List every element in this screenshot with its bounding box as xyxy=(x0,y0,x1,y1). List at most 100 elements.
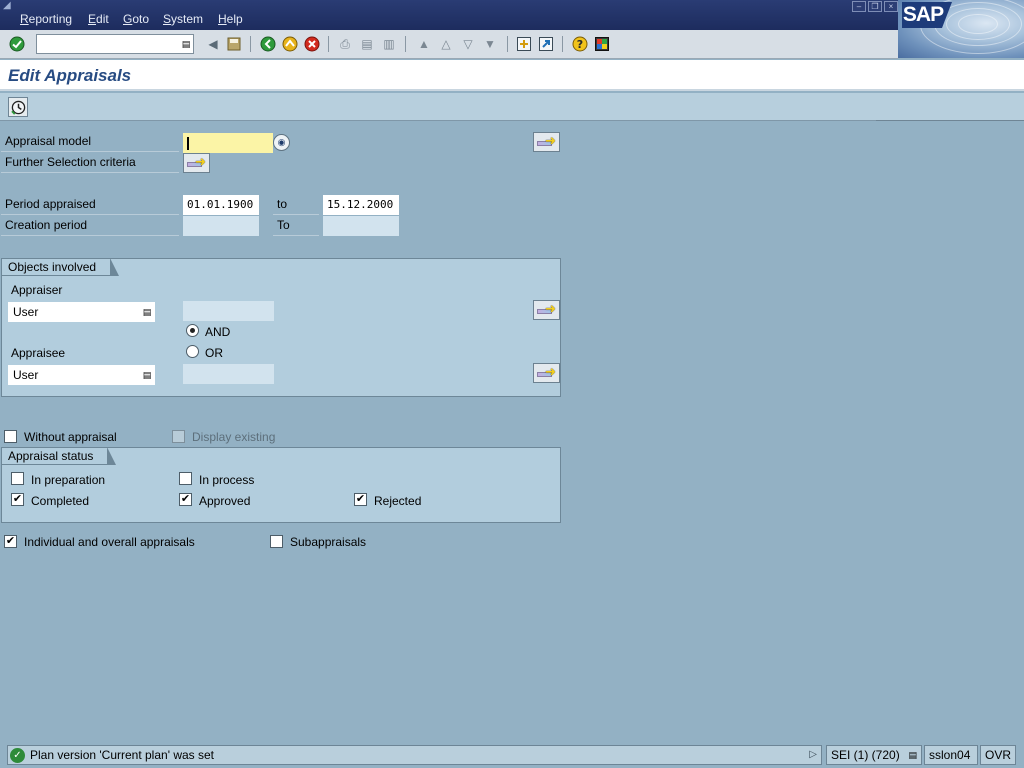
in-preparation-checkbox[interactable] xyxy=(11,472,24,485)
appraisee-type-select[interactable]: User ▤ xyxy=(8,365,155,385)
exit-icon[interactable] xyxy=(281,35,299,53)
check-icon[interactable] xyxy=(8,35,26,53)
session-info[interactable]: SEI (1) (720) ▤ xyxy=(826,745,922,765)
appraiser-multiple-selection-button[interactable]: ➜ xyxy=(533,300,560,320)
in-preparation-label: In preparation xyxy=(31,473,106,487)
minimize-icon[interactable]: – xyxy=(852,1,866,12)
creation-to-input[interactable] xyxy=(323,216,399,236)
further-selection-label: Further Selection criteria xyxy=(1,154,179,173)
approved-checkbox[interactable]: ✔ xyxy=(179,493,192,506)
approved-label: Approved xyxy=(199,494,251,508)
server-info: sslon04 xyxy=(924,745,978,765)
dropdown-icon: ▤ xyxy=(142,307,152,317)
close-icon[interactable]: × xyxy=(884,1,898,12)
appraiser-label: Appraiser xyxy=(11,283,63,297)
menu-edit[interactable]: Edit xyxy=(88,12,109,27)
subappraisals-checkbox[interactable] xyxy=(270,535,283,548)
rejected-label: Rejected xyxy=(374,494,422,508)
appraisee-multiple-selection-button[interactable]: ➜ xyxy=(533,363,560,383)
input-mode[interactable]: OVR xyxy=(980,745,1016,765)
appraiser-type-select[interactable]: User ▤ xyxy=(8,302,155,322)
period-from-input[interactable]: 01.01.1900 xyxy=(183,195,259,215)
status-message: Plan version 'Current plan' was set xyxy=(30,748,215,762)
appraisal-model-multiple-selection-button[interactable]: ➜ xyxy=(533,132,560,152)
status-message-box[interactable]: ✓ Plan version 'Current plan' was set ▷ xyxy=(7,745,822,765)
appraisal-status-title: Appraisal status xyxy=(1,447,117,465)
page-title: Edit Appraisals xyxy=(8,66,132,85)
back-icon[interactable] xyxy=(259,35,277,53)
first-page-icon[interactable]: ▲ xyxy=(415,35,433,53)
menu-reporting[interactable]: Reporting xyxy=(20,12,72,27)
possible-entries-icon[interactable]: ◉ xyxy=(273,134,290,151)
period-appraised-label: Period appraised xyxy=(1,196,179,215)
arrow-right-icon: ➜ xyxy=(195,154,206,169)
appraisal-model-input[interactable] xyxy=(183,133,273,153)
execute-icon xyxy=(10,100,25,115)
without-appraisal-checkbox[interactable] xyxy=(4,430,17,443)
rejected-checkbox[interactable]: ✔ xyxy=(354,493,367,506)
sap-logo: SAP xyxy=(898,0,1024,58)
standard-toolbar: ▤ ◀ ⎙ ▤ ▥ ▲ △ ▽ ▼ ? xyxy=(0,30,898,59)
print-icon[interactable]: ⎙ xyxy=(336,35,354,53)
success-icon: ✓ xyxy=(10,748,25,763)
objects-involved-group: Objects involved Appraiser User ▤ ➜ AND O… xyxy=(1,258,561,397)
objects-involved-title: Objects involved xyxy=(1,258,120,276)
creation-from-input[interactable] xyxy=(183,216,259,236)
help-icon[interactable]: ? xyxy=(571,35,589,53)
text-caret xyxy=(187,137,189,150)
command-field[interactable]: ▤ xyxy=(36,34,194,54)
subappraisals-label: Subappraisals xyxy=(290,535,367,549)
individual-overall-checkbox[interactable]: ✔ xyxy=(4,535,17,548)
history-back-icon[interactable]: ◀ xyxy=(204,35,222,53)
new-session-icon[interactable] xyxy=(515,35,533,53)
command-input[interactable] xyxy=(37,35,175,53)
further-selection-button[interactable]: ➜ xyxy=(183,153,210,173)
customize-icon[interactable] xyxy=(593,35,611,53)
dropdown-icon: ▤ xyxy=(142,370,152,380)
session-dropdown-icon[interactable]: ▤ xyxy=(908,746,917,764)
restore-icon[interactable]: ❐ xyxy=(868,1,882,12)
arrow-right-icon: ➜ xyxy=(545,301,556,316)
save-icon[interactable] xyxy=(225,35,243,53)
application-toolbar xyxy=(0,93,1024,121)
appraisal-model-label: Appraisal model xyxy=(1,133,179,152)
prev-page-icon[interactable]: △ xyxy=(437,35,455,53)
toolbar-divider xyxy=(876,120,1024,121)
arrow-right-icon: ➜ xyxy=(545,364,556,379)
in-process-checkbox[interactable] xyxy=(179,472,192,485)
or-radio[interactable] xyxy=(186,345,199,358)
cancel-icon[interactable] xyxy=(303,35,321,53)
or-label: OR xyxy=(205,346,223,360)
execute-button[interactable] xyxy=(8,97,28,117)
menu-bar: ◢ Reporting Edit Goto System Help – ❐ × xyxy=(0,0,1024,30)
expand-status-icon[interactable]: ▷ xyxy=(809,746,817,764)
menu-system[interactable]: System xyxy=(163,12,203,27)
completed-checkbox[interactable]: ✔ xyxy=(11,493,24,506)
display-existing-checkbox xyxy=(172,430,185,443)
shortcut-icon[interactable] xyxy=(537,35,555,53)
in-process-label: In process xyxy=(199,473,255,487)
period-to-label: to xyxy=(273,196,319,215)
last-page-icon[interactable]: ▼ xyxy=(481,35,499,53)
arrow-right-icon: ➜ xyxy=(545,133,556,148)
command-history-icon[interactable]: ▤ xyxy=(181,38,191,50)
completed-label: Completed xyxy=(31,494,90,508)
appraisee-value-input[interactable] xyxy=(183,364,274,384)
next-page-icon[interactable]: ▽ xyxy=(459,35,477,53)
and-radio[interactable] xyxy=(186,324,199,337)
menu-help[interactable]: Help xyxy=(218,12,243,27)
svg-text:?: ? xyxy=(577,38,583,51)
period-to-input[interactable]: 15.12.2000 xyxy=(323,195,399,215)
and-label: AND xyxy=(205,325,231,339)
appraiser-value-input[interactable] xyxy=(183,301,274,321)
find-next-icon[interactable]: ▥ xyxy=(380,35,398,53)
individual-overall-label: Individual and overall appraisals xyxy=(24,535,195,549)
creation-to-label: To xyxy=(273,217,319,236)
find-icon[interactable]: ▤ xyxy=(358,35,376,53)
menu-goto[interactable]: Goto xyxy=(123,12,149,27)
title-area: Edit Appraisals xyxy=(0,60,1024,91)
appraisal-status-group: Appraisal status In preparation In proce… xyxy=(1,447,561,523)
status-bar: ✓ Plan version 'Current plan' was set ▷ … xyxy=(0,742,1024,768)
window-system-icon[interactable]: ◢ xyxy=(3,1,15,11)
creation-period-label: Creation period xyxy=(1,217,179,236)
